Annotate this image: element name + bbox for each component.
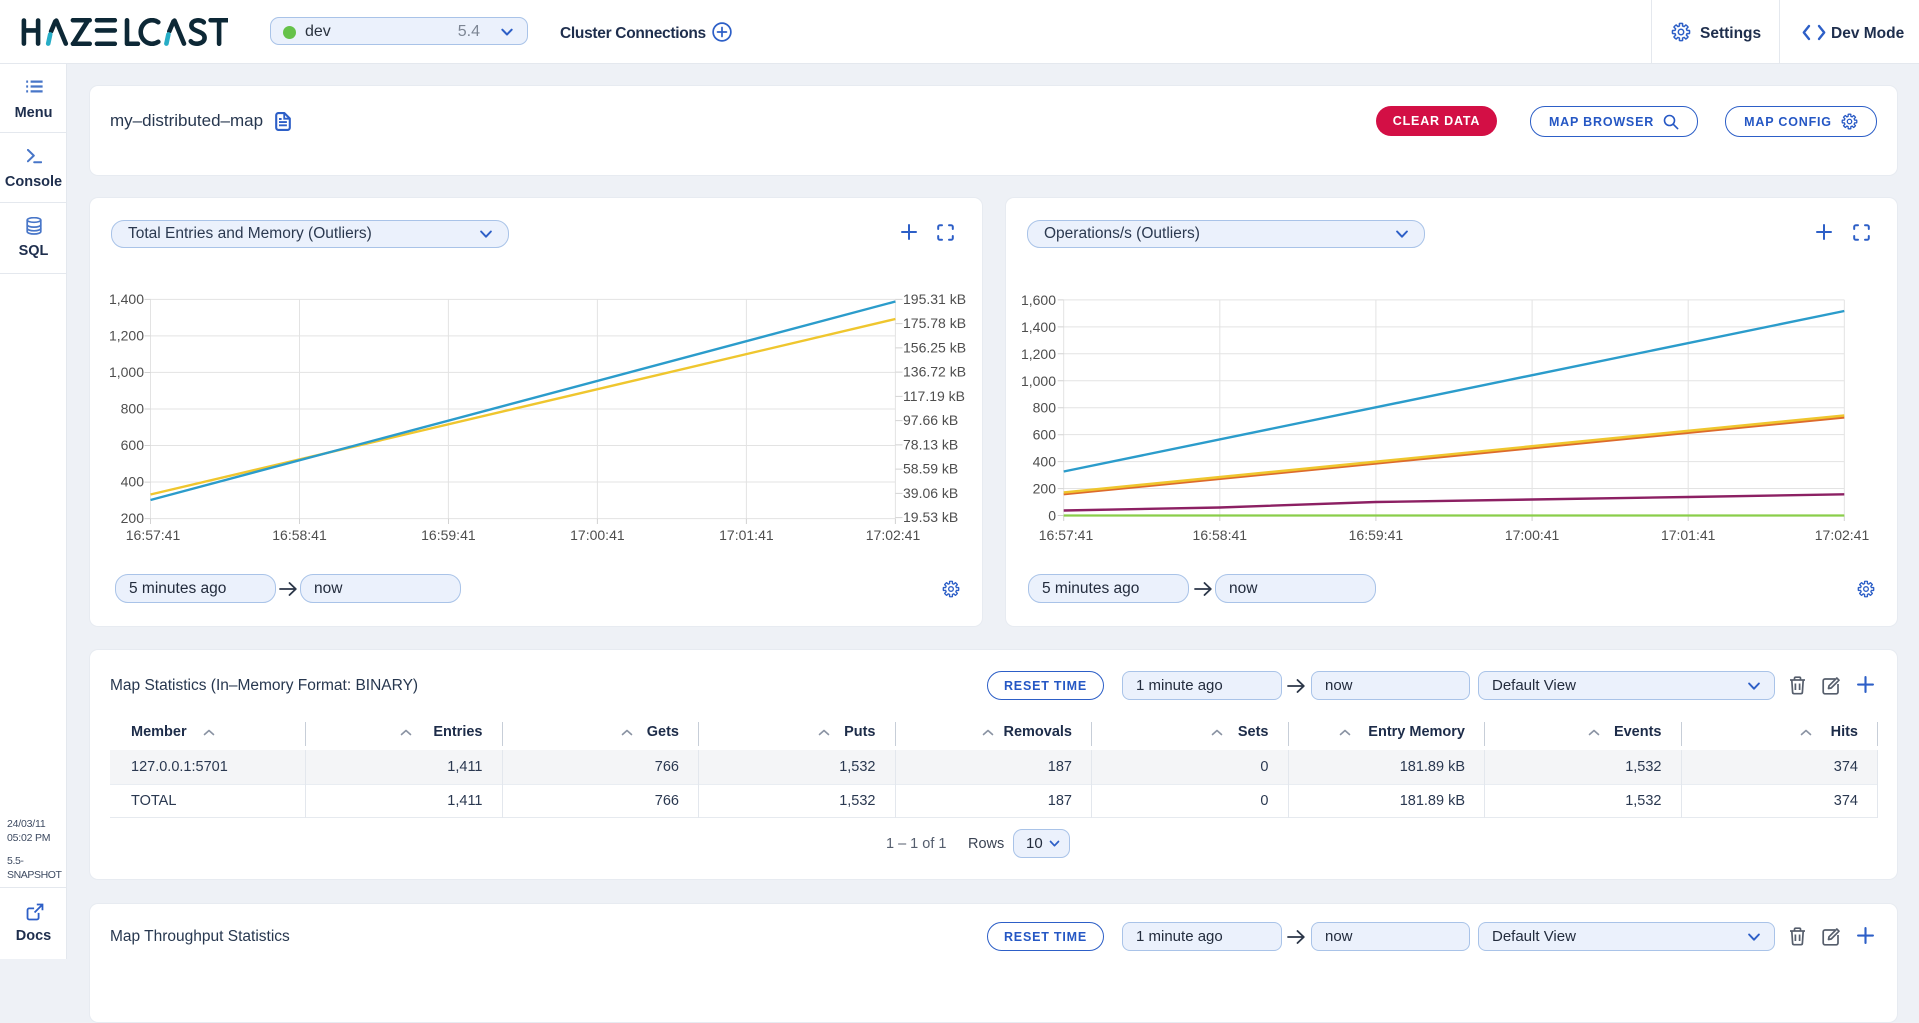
svg-text:1,400: 1,400 [109,291,144,307]
svg-text:1,200: 1,200 [1021,346,1056,362]
svg-text:16:59:41: 16:59:41 [1349,527,1404,543]
svg-text:136.72 kB: 136.72 kB [903,364,966,380]
svg-text:800: 800 [121,401,145,417]
svg-text:17:01:41: 17:01:41 [719,527,774,543]
svg-text:97.66 kB: 97.66 kB [903,412,958,428]
svg-text:1,200: 1,200 [109,328,144,344]
svg-text:600: 600 [1033,427,1057,443]
svg-text:400: 400 [1033,454,1057,470]
svg-text:17:00:41: 17:00:41 [1505,527,1560,543]
svg-text:156.25 kB: 156.25 kB [903,340,966,356]
svg-text:19.53 kB: 19.53 kB [903,509,958,525]
svg-text:78.13 kB: 78.13 kB [903,436,958,452]
svg-text:16:58:41: 16:58:41 [272,527,327,543]
svg-text:16:58:41: 16:58:41 [1193,527,1248,543]
svg-text:17:01:41: 17:01:41 [1661,527,1716,543]
svg-text:1,000: 1,000 [109,364,144,380]
svg-text:200: 200 [1033,481,1057,497]
svg-text:0: 0 [1048,508,1056,524]
svg-text:400: 400 [121,474,145,490]
svg-text:58.59 kB: 58.59 kB [903,461,958,477]
svg-text:1,600: 1,600 [1021,292,1056,308]
svg-text:600: 600 [121,437,145,453]
svg-text:17:00:41: 17:00:41 [570,527,625,543]
svg-text:16:59:41: 16:59:41 [421,527,476,543]
svg-text:117.19 kB: 117.19 kB [903,388,965,404]
svg-text:17:02:41: 17:02:41 [866,527,921,543]
svg-text:200: 200 [121,510,145,526]
svg-text:175.78 kB: 175.78 kB [903,315,966,331]
svg-text:16:57:41: 16:57:41 [1039,527,1094,543]
svg-text:39.06 kB: 39.06 kB [903,485,958,501]
svg-text:800: 800 [1033,400,1057,416]
svg-text:195.31 kB: 195.31 kB [903,291,966,307]
svg-text:1,400: 1,400 [1021,319,1056,335]
svg-text:1,000: 1,000 [1021,373,1056,389]
svg-text:16:57:41: 16:57:41 [126,527,181,543]
svg-text:17:02:41: 17:02:41 [1815,527,1870,543]
